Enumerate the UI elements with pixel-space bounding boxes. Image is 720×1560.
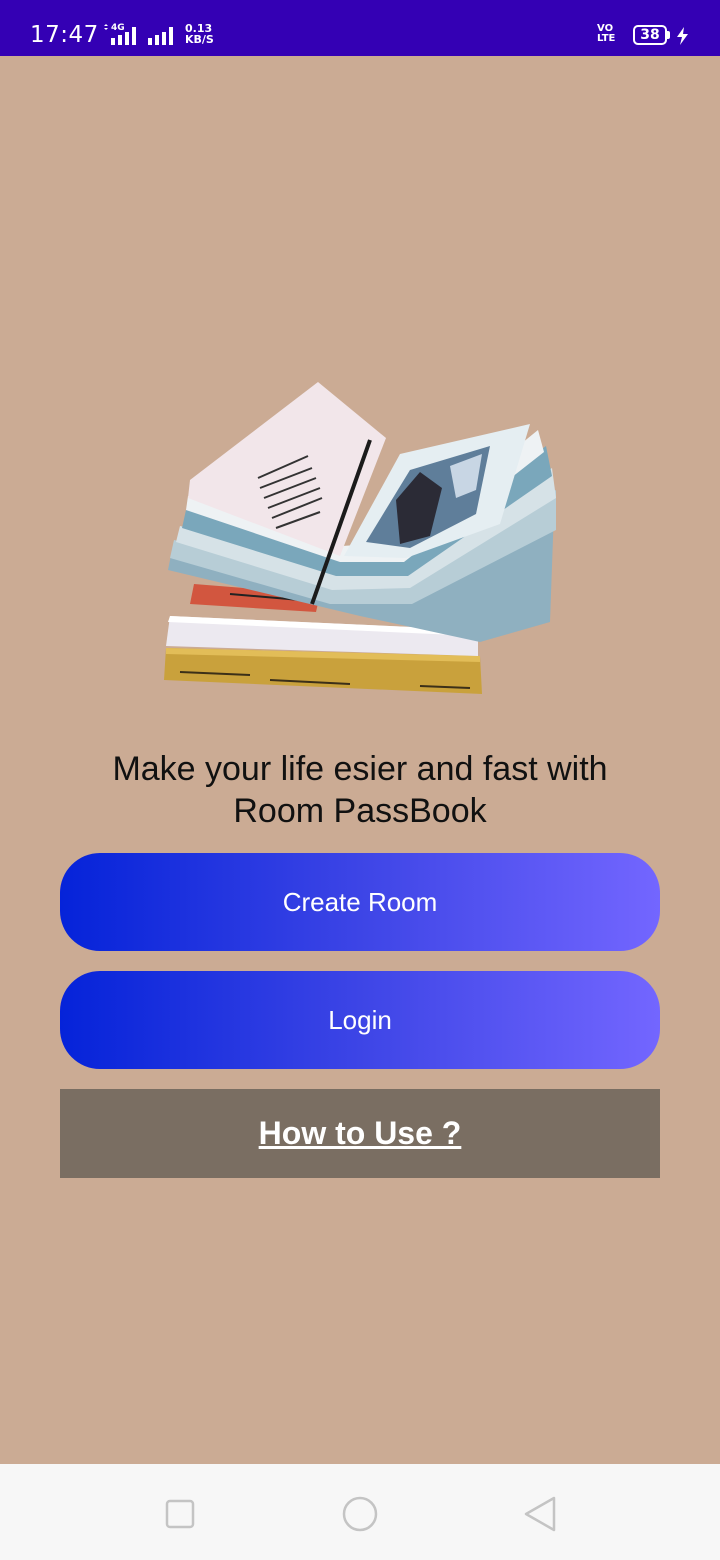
tagline-line-2: Room PassBook: [233, 792, 487, 830]
create-room-button[interactable]: Create Room: [60, 853, 660, 951]
tagline-line-1: Make your life esier and fast with: [112, 750, 608, 788]
network-speed: 0.13 KB/S: [185, 23, 214, 45]
volte-bottom: LTE: [597, 33, 616, 44]
volte-icon: VO LTE: [597, 24, 615, 44]
battery-icon: 38: [633, 25, 667, 45]
back-triangle-icon[interactable]: [520, 1494, 560, 1534]
recents-square-icon[interactable]: [160, 1494, 200, 1534]
status-bar: 17:47 4G 0.13 KB/S VO LTE 38: [0, 0, 720, 56]
how-to-use-panel: How to Use ?: [60, 1089, 660, 1178]
how-to-use-link[interactable]: How to Use ?: [259, 1115, 462, 1152]
battery-cap: [667, 31, 670, 39]
stack-of-open-books-image: [164, 382, 556, 694]
home-circle-icon[interactable]: [340, 1494, 380, 1534]
login-button[interactable]: Login: [60, 971, 660, 1069]
battery-level: 38: [640, 27, 660, 43]
status-time: 17:47: [30, 22, 99, 48]
charging-icon: [677, 27, 688, 45]
navigation-bar: [0, 1464, 720, 1560]
tagline: Make your life esier and fast with Room …: [40, 748, 680, 832]
network-speed-unit: KB/S: [185, 33, 214, 46]
